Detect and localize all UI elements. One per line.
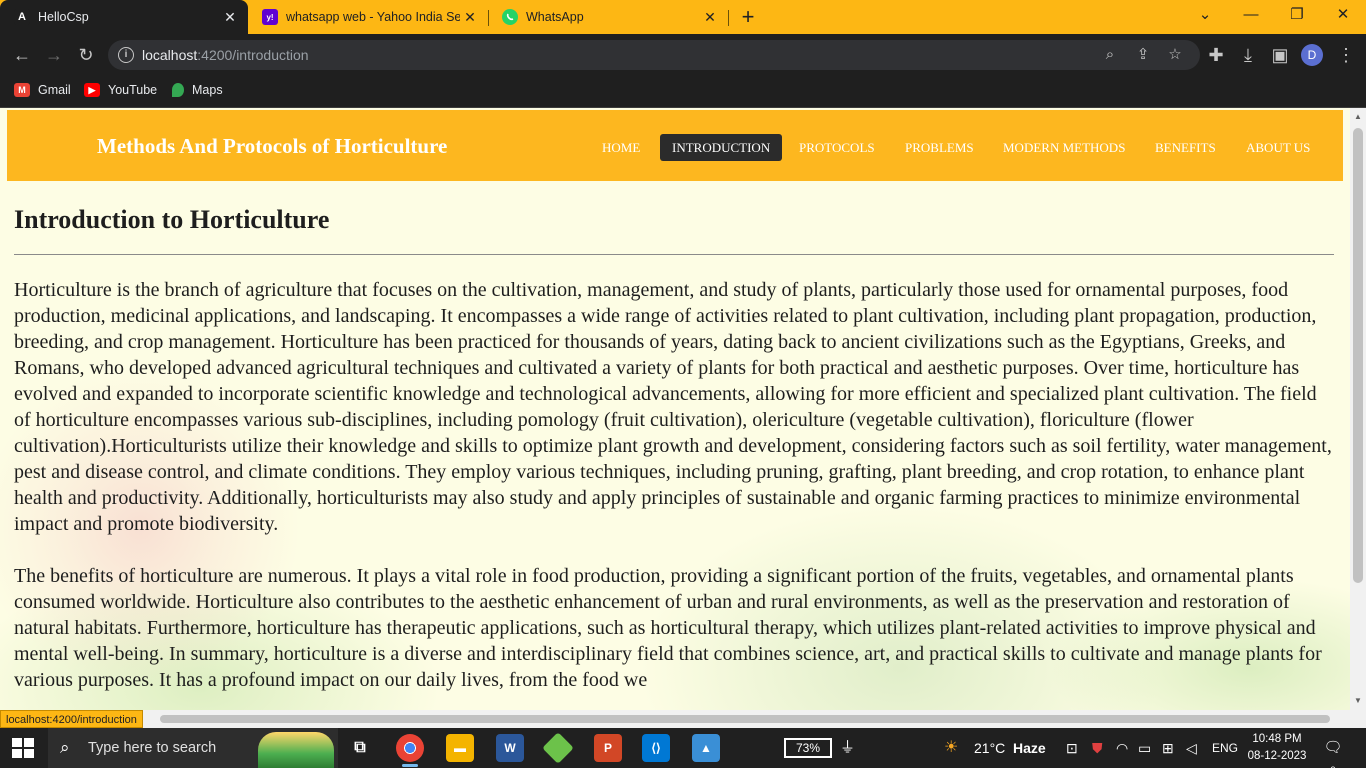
windows-taskbar: ⌕ Type here to search ⧉ ▬ W P ⟨⟩ ▲ 73% ⏚…: [0, 728, 1366, 768]
tab-title: whatsapp web - Yahoo India Sear: [286, 10, 460, 24]
word-icon[interactable]: W: [496, 734, 524, 762]
system-clock[interactable]: 10:48 PM 08-12-2023: [1246, 731, 1308, 765]
weather-icon[interactable]: ☀: [944, 728, 958, 768]
search-icon: ⌕: [60, 738, 70, 757]
close-tab-icon[interactable]: ✕: [700, 9, 720, 26]
git-tool-icon[interactable]: [542, 732, 574, 764]
restore-button[interactable]: ❐: [1274, 0, 1320, 30]
scrollbar-thumb[interactable]: [1353, 128, 1363, 583]
share-icon[interactable]: ⇪: [1133, 45, 1153, 65]
site-info-icon[interactable]: i: [118, 47, 134, 63]
close-window-button[interactable]: ✕: [1320, 0, 1366, 30]
weather-desc[interactable]: Haze: [1013, 728, 1046, 768]
tab-whatsapp[interactable]: WhatsApp ✕: [488, 0, 728, 34]
benefits-paragraph: The benefits of horticulture are numerou…: [14, 565, 1322, 691]
close-tab-icon[interactable]: ✕: [220, 9, 240, 26]
tray-app-icon[interactable]: ⊡: [1066, 728, 1078, 768]
plug-icon: ⏚: [840, 739, 856, 756]
weather-temp[interactable]: 21°C: [974, 728, 1005, 768]
nav-problems[interactable]: PROBLEMS: [893, 134, 986, 161]
browser-tab-strip: A HelloCsp ✕ y! whatsapp web - Yahoo Ind…: [0, 0, 1366, 34]
yahoo-icon: y!: [262, 9, 278, 25]
bookmark-maps[interactable]: Maps: [172, 83, 223, 97]
clock-date: 08-12-2023: [1247, 750, 1307, 762]
profile-avatar[interactable]: D: [1301, 44, 1323, 66]
angular-icon: A: [14, 9, 30, 25]
main-content: Introduction to Horticulture Horticultur…: [14, 196, 1336, 710]
nav-about-us[interactable]: ABOUT US: [1234, 134, 1322, 161]
battery-indicator[interactable]: 73%: [784, 738, 832, 758]
search-highlight-art: [258, 732, 334, 768]
nav-home[interactable]: HOME: [590, 134, 652, 161]
nav-protocols[interactable]: PROTOCOLS: [787, 134, 887, 161]
bookmark-label: YouTube: [108, 83, 158, 97]
chrome-icon[interactable]: [396, 734, 424, 767]
photos-icon[interactable]: ▲: [692, 734, 720, 762]
page-viewport: Methods And Protocols of Horticulture HO…: [0, 108, 1350, 710]
browser-toolbar: ← → ↻ i localhost:4200/introduction ⌕ ⇪ …: [0, 34, 1366, 76]
back-arrow-icon[interactable]: ←: [10, 43, 34, 67]
nav-benefits[interactable]: BENEFITS: [1143, 134, 1228, 161]
tab-separator: [728, 10, 729, 26]
nav-introduction[interactable]: INTRODUCTION: [660, 134, 783, 161]
extensions-puzzle-icon[interactable]: ✚: [1204, 43, 1228, 67]
clock-time: 10:48 PM: [1252, 733, 1302, 745]
tab-hellocsp[interactable]: A HelloCsp ✕: [0, 0, 248, 34]
mcafee-icon[interactable]: ⛊: [1092, 728, 1103, 768]
bookmark-label: Gmail: [38, 83, 71, 97]
bookmark-star-icon[interactable]: ☆: [1165, 45, 1185, 65]
tab-title: HelloCsp: [38, 10, 89, 24]
windows-start-icon[interactable]: [12, 738, 34, 758]
forward-arrow-icon[interactable]: →: [42, 43, 66, 67]
taskbar-search[interactable]: ⌕ Type here to search: [48, 728, 338, 768]
status-url-tooltip: localhost:4200/introduction: [0, 710, 143, 728]
minimize-button[interactable]: —: [1228, 0, 1274, 30]
url-text[interactable]: localhost:4200/introduction: [142, 47, 309, 63]
task-view-icon[interactable]: ⧉: [346, 734, 374, 762]
gmail-icon: M: [14, 83, 30, 97]
bookmark-gmail[interactable]: M Gmail: [14, 83, 71, 97]
address-bar[interactable]: i localhost:4200/introduction ⌕ ⇪ ☆: [108, 40, 1200, 70]
whatsapp-icon: [502, 9, 518, 25]
site-title: Methods And Protocols of Horticulture: [97, 134, 448, 158]
vertical-scrollbar[interactable]: ▲ ▼: [1350, 108, 1366, 728]
site-header: Methods And Protocols of Horticulture HO…: [7, 110, 1343, 181]
heading-divider: [14, 254, 1334, 255]
powerpoint-icon[interactable]: P: [594, 734, 622, 762]
page-heading: Introduction to Horticulture: [14, 205, 330, 234]
horizontal-scrollbar[interactable]: [0, 710, 1350, 728]
maps-icon: [172, 83, 184, 97]
download-icon[interactable]: ⤓: [1236, 43, 1260, 67]
file-explorer-icon[interactable]: ▬: [446, 734, 474, 762]
bookmark-youtube[interactable]: ▶ YouTube: [84, 83, 157, 97]
scroll-up-arrow-icon[interactable]: ▲: [1350, 112, 1366, 121]
bookmarks-bar: M Gmail ▶ YouTube Maps: [0, 76, 1366, 108]
scrollbar-thumb[interactable]: [160, 715, 1330, 723]
volume-icon[interactable]: ◁: [1186, 728, 1197, 768]
nav-modern-methods[interactable]: MODERN METHODS: [991, 134, 1137, 161]
kebab-menu-icon[interactable]: ⋮: [1334, 43, 1358, 67]
language-indicator[interactable]: ENG: [1212, 728, 1238, 768]
new-tab-button[interactable]: +: [738, 4, 758, 30]
notification-center-icon[interactable]: 🗨3: [1322, 738, 1344, 768]
reload-icon[interactable]: ↻: [74, 43, 98, 67]
tab-title: WhatsApp: [526, 10, 584, 24]
tab-yahoo-search[interactable]: y! whatsapp web - Yahoo India Sear ✕: [248, 0, 488, 34]
intro-paragraph: Horticulture is the branch of agricultur…: [14, 279, 1332, 535]
battery-tray-icon[interactable]: ▭: [1138, 728, 1151, 768]
search-placeholder: Type here to search: [88, 740, 217, 756]
side-panel-icon[interactable]: ▣: [1268, 43, 1292, 67]
zoom-icon[interactable]: ⌕: [1100, 45, 1120, 65]
tab-search-chevron-icon[interactable]: ⌄: [1182, 0, 1228, 30]
vscode-icon[interactable]: ⟨⟩: [642, 734, 670, 762]
youtube-icon: ▶: [84, 83, 100, 97]
scroll-down-arrow-icon[interactable]: ▼: [1350, 696, 1366, 705]
close-tab-icon[interactable]: ✕: [460, 9, 480, 26]
network-icon[interactable]: ⊞: [1162, 728, 1174, 768]
bookmark-label: Maps: [192, 83, 223, 97]
wifi-icon[interactable]: ◠: [1116, 728, 1128, 768]
